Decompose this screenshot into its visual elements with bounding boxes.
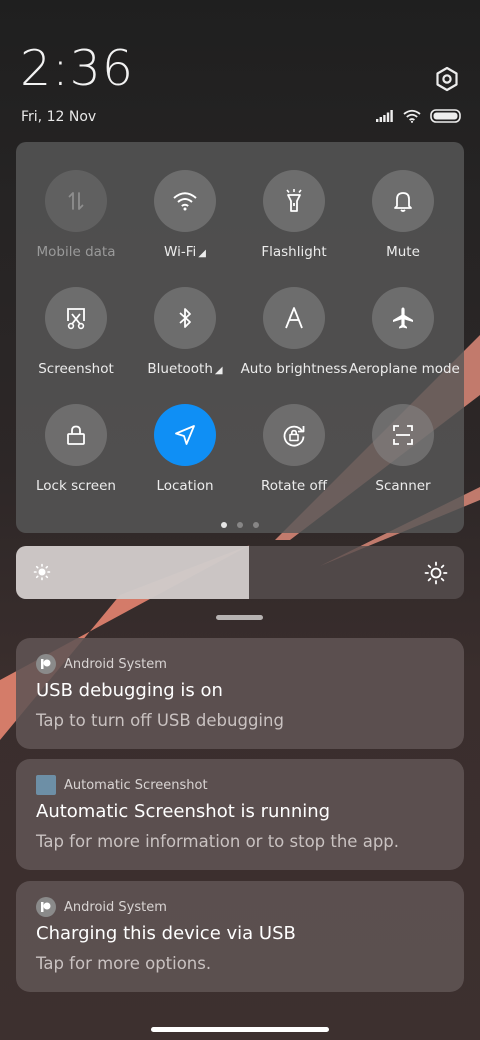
brightness-slider[interactable] — [16, 546, 464, 599]
screenshot-icon — [67, 308, 85, 330]
tile-mute[interactable]: Mute — [349, 170, 457, 260]
page-indicator — [16, 522, 464, 528]
tile-mobile-data-button[interactable] — [45, 170, 107, 232]
tile-aeroplane-mode-button[interactable] — [372, 287, 434, 349]
notification-text: Tap for more options. — [36, 954, 212, 973]
tile-mobile-data-label: Mobile data — [36, 244, 116, 260]
home-indicator[interactable] — [151, 1027, 329, 1032]
flashlight-icon — [286, 189, 302, 212]
tile-bluetooth-label: Bluetooth ◢ — [147, 361, 223, 377]
page-dot-1[interactable] — [221, 522, 227, 528]
wifi-status-icon — [403, 109, 421, 123]
signal-icon — [376, 110, 393, 122]
tile-aeroplane-mode[interactable]: Aeroplane mode — [349, 287, 460, 377]
notification-text: Tap for more information or to stop the … — [36, 832, 400, 851]
android-system-icon — [36, 654, 56, 674]
notification-header: Android System — [36, 897, 167, 917]
brightness-low-icon — [33, 563, 51, 581]
notification-text: Tap to turn off USB debugging — [36, 711, 284, 730]
bluetooth-expand-caret-icon[interactable]: ◢ — [215, 365, 223, 376]
scanner-icon — [393, 425, 413, 445]
tile-auto-brightness[interactable]: Auto brightness — [240, 287, 348, 377]
tile-bluetooth-button[interactable] — [154, 287, 216, 349]
tile-wifi-label: Wi-Fi ◢ — [164, 244, 206, 260]
tile-screenshot-label: Screenshot — [38, 361, 114, 377]
tile-auto-brightness-label: Auto brightness — [240, 361, 348, 377]
notification-header: Automatic Screenshot — [36, 775, 208, 795]
lock-icon — [67, 425, 85, 445]
tile-flashlight[interactable]: Flashlight — [240, 170, 348, 260]
tile-rotate-off-button[interactable] — [263, 404, 325, 466]
notification-usb-charging[interactable]: Android System Charging this device via … — [16, 881, 464, 992]
notification-app-name: Automatic Screenshot — [64, 777, 208, 793]
notification-title: Charging this device via USB — [36, 923, 296, 944]
notification-automatic-screenshot[interactable]: Automatic Screenshot Automatic Screensho… — [16, 759, 464, 870]
notification-app-name: Android System — [64, 899, 167, 915]
bluetooth-icon — [179, 308, 191, 328]
tile-mute-label: Mute — [386, 244, 420, 260]
airplane-icon — [393, 307, 413, 329]
shade-drag-handle[interactable] — [216, 615, 263, 620]
tile-flashlight-label: Flashlight — [261, 244, 327, 260]
battery-icon — [430, 109, 461, 123]
tile-auto-brightness-button[interactable] — [263, 287, 325, 349]
clock-date: Fri, 12 Nov — [21, 109, 97, 125]
android-system-icon — [36, 897, 56, 917]
notification-app-name: Android System — [64, 656, 167, 672]
tile-scanner-label: Scanner — [375, 478, 431, 494]
tile-lock-screen[interactable]: Lock screen — [22, 404, 130, 494]
tile-flashlight-button[interactable] — [263, 170, 325, 232]
tile-screenshot-button[interactable] — [45, 287, 107, 349]
gear-icon — [436, 66, 458, 92]
notification-title: USB debugging is on — [36, 680, 223, 701]
tile-scanner-button[interactable] — [372, 404, 434, 466]
rotate-lock-icon — [283, 425, 305, 447]
tile-location[interactable]: Location — [131, 404, 239, 494]
notification-usb-debugging[interactable]: Android System USB debugging is on Tap t… — [16, 638, 464, 749]
clock-time: 2:36 — [20, 40, 135, 97]
automatic-screenshot-icon — [36, 775, 56, 795]
tile-rotate-off-label: Rotate off — [260, 478, 328, 494]
brightness-high-icon — [424, 561, 448, 585]
tile-rotate-off[interactable]: Rotate off — [240, 404, 348, 494]
tile-location-button[interactable] — [154, 404, 216, 466]
notification-header: Android System — [36, 654, 167, 674]
tile-scanner[interactable]: Scanner — [349, 404, 457, 494]
tile-mobile-data[interactable]: Mobile data — [22, 170, 130, 260]
tile-bluetooth[interactable]: Bluetooth ◢ — [131, 287, 239, 377]
tile-mute-button[interactable] — [372, 170, 434, 232]
tile-location-label: Location — [156, 478, 214, 494]
wifi-expand-caret-icon[interactable]: ◢ — [198, 248, 206, 259]
tile-lock-screen-label: Lock screen — [36, 478, 116, 494]
mobile-data-icon — [68, 192, 84, 210]
settings-button[interactable] — [432, 64, 462, 94]
location-icon — [175, 425, 195, 445]
status-icons — [376, 109, 462, 123]
notification-title: Automatic Screenshot is running — [36, 801, 331, 822]
tile-screenshot[interactable]: Screenshot — [22, 287, 130, 377]
auto-brightness-icon — [285, 307, 303, 329]
tile-lock-screen-button[interactable] — [45, 404, 107, 466]
quick-settings-panel: Mobile data Wi-Fi ◢ Flashlight Mute Scre… — [16, 142, 464, 533]
wifi-icon — [173, 192, 197, 211]
tile-wifi[interactable]: Wi-Fi ◢ — [131, 170, 239, 260]
tile-aeroplane-mode-label: Aeroplane mode — [349, 361, 460, 377]
bell-icon — [394, 192, 412, 212]
tile-wifi-button[interactable] — [154, 170, 216, 232]
page-dot-3[interactable] — [253, 522, 259, 528]
page-dot-2[interactable] — [237, 522, 243, 528]
